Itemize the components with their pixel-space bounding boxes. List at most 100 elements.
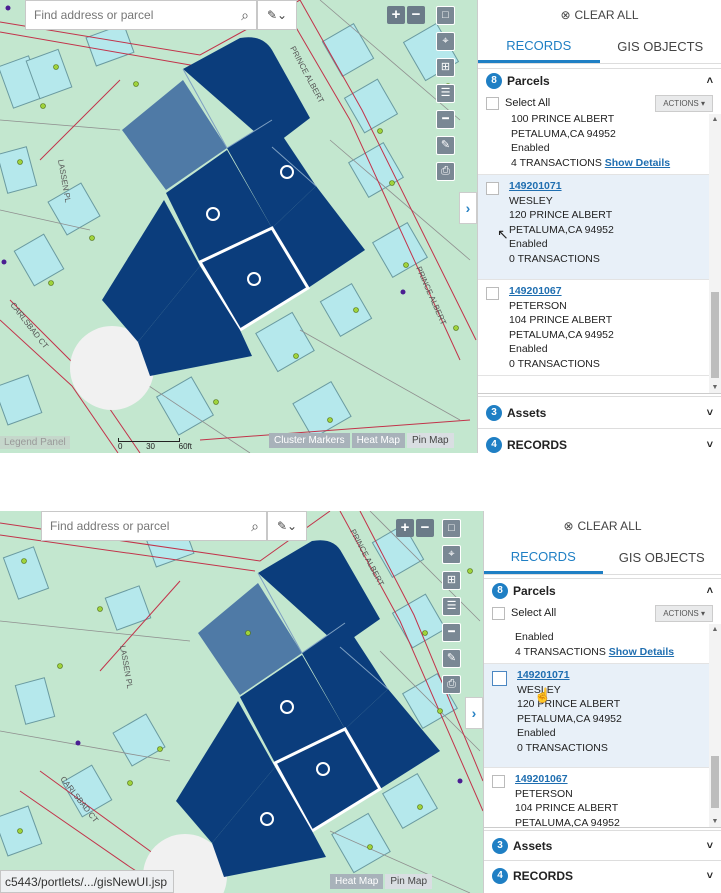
list-scrollbar[interactable]: ▲ ▼: [709, 624, 721, 827]
search-box[interactable]: Find address or parcel ⌕: [25, 0, 257, 30]
selected-parcels: [102, 37, 365, 376]
parcel-id-link[interactable]: 149201071: [517, 668, 622, 683]
layers-icon[interactable]: ☰: [442, 597, 461, 616]
records-section-label: RECORDS: [507, 437, 568, 452]
list-item[interactable]: Enabled 4 TRANSACTIONS Show Details: [484, 626, 709, 664]
locate-icon[interactable]: ⌖: [442, 545, 461, 564]
search-input[interactable]: Find address or parcel: [50, 519, 244, 533]
scroll-down-icon[interactable]: ▼: [709, 384, 721, 391]
chevron-up-icon[interactable]: ˄: [707, 75, 713, 87]
parcels-section-label: Parcels: [507, 73, 550, 88]
results-panel: ⊗ CLEAR ALL RECORDS GIS OBJECTS 8 Parcel…: [477, 0, 721, 453]
fullscreen-icon[interactable]: □: [442, 519, 461, 538]
measure-icon[interactable]: ━: [442, 623, 461, 642]
chevron-down-icon[interactable]: ˅: [707, 840, 713, 852]
records-section-label: RECORDS: [513, 868, 574, 883]
locate-icon[interactable]: ⌖: [436, 32, 455, 51]
edit-icon[interactable]: ✎: [442, 649, 461, 668]
layers-icon[interactable]: ☰: [436, 84, 455, 103]
basemap-icon[interactable]: ⊞: [442, 571, 461, 590]
select-all-label: Select All: [505, 97, 551, 109]
scroll-down-icon[interactable]: ▼: [709, 818, 721, 825]
scroll-up-icon[interactable]: ▲: [709, 116, 721, 123]
list-scrollbar[interactable]: ▲ ▼: [709, 114, 721, 393]
scrollbar-thumb[interactable]: [711, 292, 719, 378]
assets-section-header[interactable]: 3 Assets ˅: [484, 830, 721, 860]
legend-panel-toggle[interactable]: Legend Panel: [0, 436, 70, 449]
select-all-checkbox[interactable]: [486, 96, 499, 110]
chevron-down-icon[interactable]: ˅: [707, 439, 713, 451]
list-item[interactable]: 149201071 WESLEY 120 PRINCE ALBERT PETAL…: [478, 175, 709, 280]
draw-tool-button[interactable]: ✎⌄: [257, 0, 297, 30]
edit-icon[interactable]: ✎: [436, 136, 455, 155]
scale-tick: 60ft: [178, 442, 192, 451]
list-item[interactable]: 149201071 WESLEY 120 PRINCE ALBERT PETAL…: [484, 664, 709, 768]
parcels-section-header[interactable]: 8 Parcels ˄: [478, 68, 721, 92]
list-item[interactable]: 149201067 PETERSON 104 PRINCE ALBERT PET…: [478, 280, 709, 376]
mode-heat-map[interactable]: Heat Map: [330, 874, 384, 889]
zoom-out-icon[interactable]: −: [407, 6, 425, 24]
list-item[interactable]: 149201067 PETERSON 104 PRINCE ALBERT PET…: [484, 768, 709, 827]
tab-gis-objects[interactable]: GIS OBJECTS: [603, 541, 721, 574]
mode-pin-map[interactable]: Pin Map: [406, 433, 454, 448]
parcel-address: 120 PRINCE ALBERT: [517, 698, 621, 710]
search-input[interactable]: Find address or parcel: [34, 8, 234, 22]
actions-dropdown[interactable]: ACTIONS ▾: [655, 94, 713, 112]
clear-all-icon: ⊗: [560, 8, 571, 22]
draw-tool-icon: ✎⌄: [276, 519, 298, 533]
map-view[interactable]: LASSEN PL PRINCE ALBERT CARLSBAD CT Find…: [0, 511, 483, 893]
chevron-down-icon[interactable]: ˅: [707, 407, 713, 419]
measure-icon[interactable]: ━: [436, 110, 455, 129]
map-view[interactable]: LASSEN PL PRINCE ALBERT PRINCE ALBERT CA…: [0, 0, 477, 453]
zoom-in-icon[interactable]: +: [396, 519, 414, 537]
show-details-link[interactable]: Show Details: [609, 646, 674, 658]
parcel-list[interactable]: 100 PRINCE ALBERT PETALUMA,CA 94952 Enab…: [478, 114, 721, 394]
fullscreen-icon[interactable]: □: [436, 6, 455, 25]
search-icon[interactable]: ⌕: [244, 518, 266, 535]
list-item[interactable]: 100 PRINCE ALBERT PETALUMA,CA 94952 Enab…: [478, 114, 709, 175]
draw-tool-button[interactable]: ✎⌄: [267, 511, 307, 541]
records-count-badge: 4: [492, 867, 508, 884]
print-icon[interactable]: ⎙: [436, 162, 455, 181]
row-checkbox[interactable]: [486, 287, 499, 300]
search-box[interactable]: Find address or parcel ⌕: [41, 511, 267, 541]
parcel-list[interactable]: Enabled 4 TRANSACTIONS Show Details 1492…: [484, 624, 721, 828]
assets-section-header[interactable]: 3 Assets ˅: [478, 396, 721, 428]
collapse-panel-button[interactable]: ›: [459, 192, 477, 224]
mode-cluster-markers[interactable]: Cluster Markers: [269, 433, 350, 448]
zoom-out-icon[interactable]: −: [416, 519, 434, 537]
parcel-id-link[interactable]: 149201071: [509, 179, 614, 194]
assets-count-badge: 3: [492, 837, 508, 854]
map-canvas[interactable]: LASSEN PL PRINCE ALBERT PRINCE ALBERT CA…: [0, 0, 477, 453]
parcel-id-link[interactable]: 149201067: [515, 772, 620, 787]
clear-all-button[interactable]: ⊗ CLEAR ALL: [478, 0, 721, 30]
tab-records[interactable]: RECORDS: [484, 541, 603, 574]
chevron-up-icon[interactable]: ˄: [707, 585, 713, 597]
basemap-icon[interactable]: ⊞: [436, 58, 455, 77]
row-checkbox[interactable]: [486, 182, 499, 195]
records-section-header[interactable]: 4 RECORDS ˅: [478, 428, 721, 453]
tab-gis-objects[interactable]: GIS OBJECTS: [600, 30, 721, 63]
parcel-id-link[interactable]: 149201067: [509, 284, 614, 299]
records-section-header[interactable]: 4 RECORDS ˅: [484, 860, 721, 890]
collapse-panel-button[interactable]: ›: [465, 697, 483, 729]
tab-records[interactable]: RECORDS: [478, 30, 600, 63]
parcel-transactions: 4 TRANSACTIONS: [511, 156, 602, 169]
scroll-up-icon[interactable]: ▲: [709, 626, 721, 633]
mode-heat-map[interactable]: Heat Map: [351, 433, 405, 448]
clear-all-button[interactable]: ⊗ CLEAR ALL: [484, 511, 721, 541]
chevron-down-icon[interactable]: ˅: [707, 870, 713, 882]
map-canvas[interactable]: LASSEN PL PRINCE ALBERT CARLSBAD CT: [0, 511, 483, 893]
row-checkbox[interactable]: [492, 775, 505, 788]
parcels-section-header[interactable]: 8 Parcels ˄: [484, 578, 721, 602]
select-all-checkbox[interactable]: [492, 606, 505, 620]
actions-dropdown[interactable]: ACTIONS ▾: [655, 604, 713, 622]
zoom-in-icon[interactable]: +: [387, 6, 405, 24]
mode-pin-map[interactable]: Pin Map: [385, 874, 433, 889]
row-checkbox[interactable]: [492, 671, 507, 686]
print-icon[interactable]: ⎙: [442, 675, 461, 694]
scale-bar: 0 30 60ft: [118, 438, 192, 451]
search-icon[interactable]: ⌕: [234, 7, 256, 24]
scrollbar-thumb[interactable]: [711, 756, 719, 808]
show-details-link[interactable]: Show Details: [605, 157, 670, 169]
